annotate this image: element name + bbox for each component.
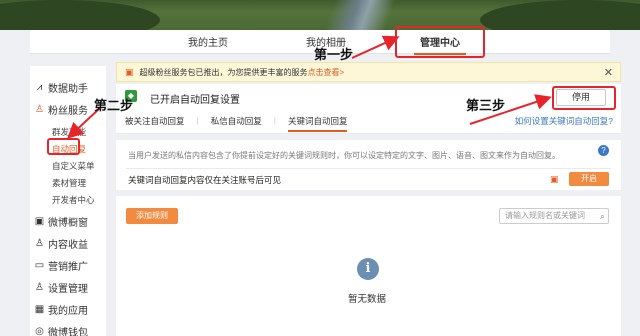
step2-label: 第二步 xyxy=(94,99,134,114)
tab-follow-reply[interactable]: 被关注自动回复 xyxy=(125,115,185,127)
step3-label: 第三步 xyxy=(466,99,506,114)
add-rule-button[interactable]: 添加规则 xyxy=(126,208,178,224)
sidebar-item-showcase[interactable]: ▣ 微博橱窗 xyxy=(34,214,88,229)
divider xyxy=(116,133,621,134)
sidebar-item-label: 微博钱包 xyxy=(48,328,88,336)
gift-icon: ▣ xyxy=(125,66,134,77)
sidebar-sub-materials[interactable]: 素材管理 xyxy=(52,177,86,189)
sidebar-item-label: 微博橱窗 xyxy=(48,218,88,229)
sidebar-sub-auto-reply[interactable]: 自动回复 xyxy=(52,143,86,155)
lock-icon: ▣ xyxy=(550,174,559,184)
stop-button[interactable]: 停用 xyxy=(556,89,606,106)
search-icon[interactable]: ⌕ xyxy=(600,209,605,223)
sidebar-item-content-income[interactable]: ♙ 内容收益 xyxy=(34,236,88,251)
sidebar-item-label: 粉丝服务 xyxy=(48,106,88,117)
close-icon[interactable]: ✕ xyxy=(604,66,613,79)
sidebar-item-label: 内容收益 xyxy=(48,240,88,251)
tab-management-center[interactable]: 管理中心 xyxy=(414,34,466,55)
sidebar-item-marketing[interactable]: ▭ 营销推广 xyxy=(34,258,88,273)
wallet-icon: ◎ xyxy=(35,326,44,336)
sidebar-item-my-apps[interactable]: ▦ 我的应用 xyxy=(34,302,88,317)
rules-panel: 添加规则 请输入规则名或关键词 ⌕ i 暂无数据 xyxy=(116,196,621,336)
keyword-visibility-note: 关键词自动回复内容仅在关注账号后可见 xyxy=(128,175,282,185)
keyword-description: 当用户发送的私信内容包含了你提前设定好的关键词规则时，你可以设定特定的文字、图片… xyxy=(128,151,560,160)
settings-icon: ♙ xyxy=(35,282,44,293)
divider xyxy=(126,168,611,169)
notice-bar: ▣ 超级粉丝服务包已推出，为您提供更丰富的服务 点击查看> ✕ xyxy=(116,62,621,82)
reply-tabs: 被关注自动回复 | 私信自动回复 | 关键词自动回复 xyxy=(125,115,359,132)
tab-my-home[interactable]: 我的主页 xyxy=(188,34,228,49)
tab-separator: | xyxy=(196,115,199,125)
auto-reply-panel: ◆ 已开启自动回复设置 停用 被关注自动回复 | 私信自动回复 | 关键词自动回… xyxy=(116,84,621,134)
sidebar-item-data-assistant[interactable]: ⩘ 数据助手 xyxy=(34,80,88,95)
sidebar-item-label: 我的应用 xyxy=(48,306,88,317)
sidebar-item-wallet[interactable]: ◎ 微博钱包 xyxy=(34,324,88,336)
sidebar-item-label: 数据助手 xyxy=(48,84,88,95)
sidebar-sub-developer[interactable]: 开发者中心 xyxy=(52,194,95,206)
step1-label: 第一步 xyxy=(314,48,354,63)
cover-banner xyxy=(0,0,640,30)
notice-text: 超级粉丝服务包已推出，为您提供更丰富的服务 xyxy=(139,67,308,77)
help-icon[interactable]: ? xyxy=(598,145,609,156)
tab-message-reply[interactable]: 私信自动回复 xyxy=(211,115,262,127)
info-icon: i xyxy=(357,258,379,280)
sidebar-item-settings[interactable]: ♙ 设置管理 xyxy=(34,280,88,295)
income-icon: ♙ xyxy=(35,238,44,249)
notice-link[interactable]: 点击查看> xyxy=(308,67,345,78)
empty-state-text: 暂无数据 xyxy=(348,294,387,305)
sidebar-sub-mass-send[interactable]: 群发功能 xyxy=(52,126,86,138)
auto-reply-status: 已开启自动回复设置 xyxy=(150,95,240,106)
search-placeholder: 请输入规则名或关键词 xyxy=(505,211,585,220)
trend-icon: ⩘ xyxy=(36,82,43,93)
tab-keyword-reply[interactable]: 关键词自动回复 xyxy=(287,115,347,132)
apps-icon: ▦ xyxy=(34,304,45,315)
keyword-info-panel: 当用户发送的私信内容包含了你提前设定好的关键词规则时，你可以设定特定的文字、图片… xyxy=(116,140,621,190)
shop-icon: ▣ xyxy=(34,216,45,227)
help-link[interactable]: 如何设置关键词自动回复? xyxy=(515,115,613,127)
user-icon: ♙ xyxy=(35,104,44,115)
sidebar-sub-custom-menu[interactable]: 自定义菜单 xyxy=(52,160,95,172)
rule-search-input[interactable]: 请输入规则名或关键词 ⌕ xyxy=(499,208,609,224)
sidebar-item-label: 设置管理 xyxy=(48,284,88,295)
promo-icon: ▭ xyxy=(34,260,45,271)
enable-button[interactable]: 开启 xyxy=(569,172,609,186)
sidebar-item-fan-service[interactable]: ♙ 粉丝服务 xyxy=(34,102,88,117)
tab-separator: | xyxy=(273,115,276,125)
sidebar-item-label: 营销推广 xyxy=(48,262,88,273)
